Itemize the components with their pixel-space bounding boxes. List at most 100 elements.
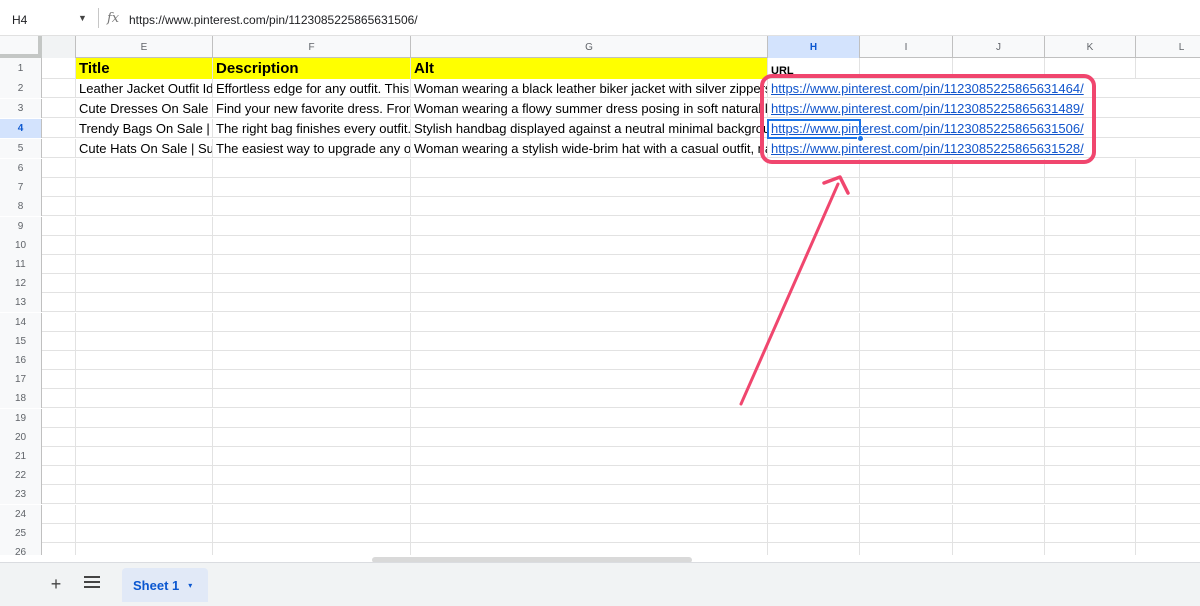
cell[interactable]	[1136, 351, 1200, 370]
cell[interactable]	[76, 485, 213, 505]
cell[interactable]	[213, 504, 411, 524]
row-header[interactable]: 24	[0, 504, 42, 524]
cell[interactable]	[768, 504, 860, 524]
cell[interactable]	[1045, 351, 1136, 370]
cell[interactable]	[953, 235, 1045, 255]
cell[interactable]	[860, 159, 953, 178]
cell[interactable]	[411, 159, 768, 178]
cell[interactable]	[411, 235, 768, 255]
cell[interactable]	[42, 216, 76, 236]
cell[interactable]	[42, 255, 76, 274]
url-link[interactable]: https://www.pinterest.com/pin/1123085225…	[771, 101, 1084, 116]
cell[interactable]	[1136, 466, 1200, 485]
cell[interactable]	[42, 466, 76, 486]
cell[interactable]	[953, 447, 1045, 466]
cell[interactable]	[1045, 159, 1136, 178]
cell[interactable]	[953, 466, 1045, 486]
cell[interactable]	[213, 255, 411, 274]
cell[interactable]	[76, 255, 213, 274]
cell[interactable]	[860, 351, 953, 370]
cell[interactable]	[76, 351, 213, 370]
cell[interactable]	[1136, 255, 1200, 274]
cell[interactable]	[76, 523, 213, 543]
cell[interactable]	[768, 331, 860, 351]
cell[interactable]	[213, 351, 411, 370]
cell[interactable]	[76, 389, 213, 409]
cell[interactable]	[76, 235, 213, 255]
column-header-k[interactable]: K	[1045, 36, 1136, 58]
cell[interactable]	[1136, 274, 1200, 293]
row-header[interactable]: 3	[0, 99, 42, 118]
cell[interactable]	[1136, 159, 1200, 178]
cell[interactable]	[76, 159, 213, 178]
row-header[interactable]: 22	[0, 466, 42, 486]
cell-description[interactable]: Find your new favorite dress. From c	[213, 99, 411, 118]
cell[interactable]	[953, 523, 1045, 543]
cell[interactable]	[953, 312, 1045, 332]
cell[interactable]	[411, 485, 768, 505]
row-header[interactable]: 2	[0, 79, 42, 98]
cell[interactable]	[76, 293, 213, 313]
cell[interactable]	[1045, 427, 1136, 447]
cell[interactable]	[860, 178, 953, 198]
menu-icon[interactable]	[84, 576, 100, 590]
row-header[interactable]: 12	[0, 274, 42, 294]
cell-description[interactable]: Effortless edge for any outfit. This le	[213, 79, 411, 98]
cell[interactable]	[76, 216, 213, 236]
cell[interactable]	[76, 408, 213, 428]
row-header[interactable]: 14	[0, 312, 42, 332]
cell[interactable]	[213, 485, 411, 505]
row-header[interactable]: 20	[0, 427, 42, 447]
cell[interactable]	[768, 389, 860, 409]
cell[interactable]	[411, 389, 768, 409]
cell[interactable]	[860, 255, 953, 274]
cell[interactable]	[1045, 58, 1136, 79]
cell[interactable]	[953, 255, 1045, 274]
cell[interactable]	[953, 504, 1045, 524]
cell[interactable]	[1136, 409, 1200, 428]
cell[interactable]	[411, 447, 768, 466]
cell[interactable]	[768, 178, 860, 198]
cell[interactable]	[768, 370, 860, 390]
cell[interactable]	[76, 331, 213, 351]
cell[interactable]	[1045, 235, 1136, 255]
cell[interactable]	[768, 216, 860, 236]
cell[interactable]	[42, 197, 76, 217]
cell-alt[interactable]: Woman wearing a stylish wide-brim hat wi…	[411, 139, 768, 158]
cell[interactable]	[860, 485, 953, 505]
cell[interactable]	[42, 235, 76, 255]
row-header[interactable]: 7	[0, 178, 42, 198]
cell[interactable]	[76, 447, 213, 466]
cell[interactable]	[1136, 428, 1200, 447]
cell[interactable]	[213, 293, 411, 313]
cell[interactable]	[213, 466, 411, 486]
cell-description[interactable]: The right bag finishes every outfit. D	[213, 119, 411, 138]
cell[interactable]	[860, 447, 953, 466]
row-header[interactable]: 16	[0, 351, 42, 370]
cell[interactable]	[953, 331, 1045, 351]
cell[interactable]	[768, 427, 860, 447]
name-box-dropdown-icon[interactable]: ▼	[78, 13, 87, 23]
cell[interactable]	[1045, 255, 1136, 274]
cell[interactable]	[42, 99, 76, 118]
cell[interactable]	[1136, 178, 1200, 197]
row-header-selected[interactable]: 4	[0, 119, 42, 138]
cell[interactable]	[411, 504, 768, 524]
cell[interactable]	[860, 427, 953, 447]
cell[interactable]	[1045, 274, 1136, 294]
row-header[interactable]: 13	[0, 293, 42, 313]
cell[interactable]	[76, 370, 213, 390]
cell[interactable]	[42, 293, 76, 313]
column-header-g[interactable]: G	[411, 36, 768, 58]
cell[interactable]	[768, 485, 860, 505]
cell[interactable]	[768, 197, 860, 217]
cell[interactable]	[42, 331, 76, 351]
row-header[interactable]: 25	[0, 523, 42, 543]
cell[interactable]	[1045, 370, 1136, 390]
cell[interactable]	[768, 408, 860, 428]
cell[interactable]	[860, 504, 953, 524]
cell[interactable]	[860, 389, 953, 409]
cell[interactable]	[1136, 524, 1200, 543]
cell[interactable]	[860, 274, 953, 294]
cell-alt[interactable]: Woman wearing a black leather biker jack…	[411, 79, 768, 98]
